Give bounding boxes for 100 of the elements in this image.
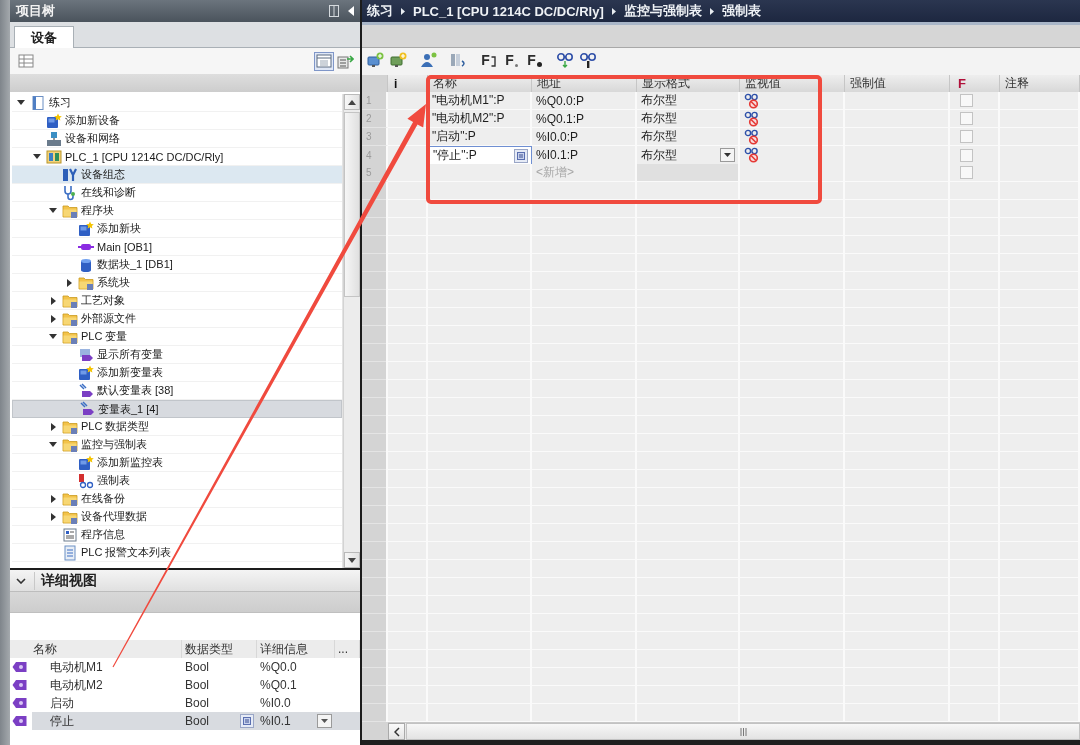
caret-right-icon[interactable] [50, 314, 56, 323]
caret-left-icon[interactable] [348, 6, 354, 16]
dropdown-button[interactable] [720, 148, 735, 162]
table-cell[interactable] [1000, 92, 1080, 110]
table-cell[interactable] [428, 164, 532, 182]
table-cell[interactable]: "启动":P [428, 128, 532, 146]
screen-plus-icon [367, 52, 384, 68]
caret-right-icon[interactable] [50, 512, 56, 521]
force-button[interactable]: F [501, 50, 522, 70]
column-header[interactable]: ... [335, 640, 360, 658]
tree-item[interactable]: 设备代理数据 [12, 508, 342, 526]
person-plus-icon [420, 52, 437, 68]
tree-item[interactable]: 设备组态 [12, 166, 342, 184]
tree-item[interactable]: 程序块 [12, 202, 342, 220]
checkbox[interactable] [960, 166, 973, 179]
checkbox[interactable] [960, 112, 973, 125]
row-number: 3 [362, 128, 388, 146]
view-toggle-button[interactable] [314, 51, 334, 71]
tree-item[interactable]: 在线和诊断 [12, 184, 342, 202]
caret-down-icon [724, 153, 731, 157]
tree-item[interactable]: 在线备份 [12, 490, 342, 508]
columns-arrow-icon [450, 52, 467, 68]
column-header[interactable]: F [950, 75, 1000, 93]
tag-icon [12, 697, 27, 709]
table-cell[interactable]: "电动机M2":P [428, 110, 532, 128]
table-cell[interactable]: 布尔型 [637, 92, 740, 110]
caret-right-icon[interactable] [50, 494, 56, 503]
caret-right-icon[interactable] [50, 422, 56, 431]
tab[interactable]: 设备 [14, 26, 74, 48]
caret-down-icon[interactable] [17, 100, 25, 105]
tree-item[interactable]: 添加新设备 [12, 112, 342, 130]
table-arrow-icon[interactable] [337, 53, 354, 69]
dropdown-button[interactable] [317, 714, 332, 728]
table-cell[interactable] [388, 92, 428, 110]
tree-item[interactable]: 变量表_1 [4] [12, 400, 342, 418]
tree-item[interactable]: PLC 报警文本列表 [12, 544, 342, 562]
caret-down-icon[interactable] [16, 577, 26, 584]
grid-icon[interactable] [18, 54, 34, 68]
module-icon [46, 148, 62, 165]
toolbar-button[interactable] [577, 50, 598, 70]
column-header[interactable]: 强制值 [845, 75, 950, 93]
table-cell[interactable]: 布尔型 [637, 110, 740, 128]
tree-item[interactable]: 添加新块 [12, 220, 342, 238]
tree-item[interactable]: 监控与强制表 [12, 436, 342, 454]
caret-down-icon[interactable] [49, 334, 57, 339]
caret-down-icon [348, 557, 356, 563]
columns-icon[interactable] [329, 5, 339, 17]
caret-down-icon [321, 719, 328, 723]
checkbox[interactable] [960, 94, 973, 107]
table-cell[interactable]: 布尔型 [637, 128, 740, 146]
column-header[interactable]: 数据类型 [182, 640, 257, 658]
tree-item[interactable]: 练习 [12, 94, 342, 112]
table-row[interactable]: 4 "停止":P %I0.1:P 布尔型 [362, 146, 1080, 164]
toolbar-button[interactable] [554, 50, 575, 70]
scrollbar[interactable] [343, 94, 360, 568]
scroll-left-button[interactable] [388, 723, 405, 740]
caret-down-icon[interactable] [49, 208, 57, 213]
table-cell[interactable]: %Q0.1:P [532, 110, 637, 128]
folder-icon [62, 418, 78, 435]
caret-down-icon[interactable] [33, 154, 41, 159]
table-cell-text: 启动 [49, 694, 75, 712]
table-cell[interactable]: %Q0.0:P [532, 92, 637, 110]
scroll-thumb[interactable] [344, 112, 360, 297]
table-cell[interactable]: %I0.0:P [532, 128, 637, 146]
tree-item[interactable]: 设备和网络 [12, 130, 342, 148]
table-cell-text: Bool [184, 659, 211, 676]
tree-item[interactable]: Main [OB1] [12, 238, 342, 256]
picker-button[interactable] [514, 148, 528, 163]
glasses-icon [578, 52, 597, 68]
column-header[interactable]: 详细信息 [257, 640, 335, 658]
breadcrumb-item[interactable]: 练习 [367, 2, 393, 20]
breadcrumb-item[interactable]: 监控与强制表 [623, 2, 702, 20]
checkbox[interactable] [960, 148, 973, 162]
table-row[interactable]: 电动机M2 Bool %Q0.1 [32, 676, 360, 694]
tree-item[interactable]: 程序信息 [12, 526, 342, 544]
picker-button[interactable] [240, 714, 254, 728]
checkbox[interactable] [960, 130, 973, 143]
table-cell-text: %I0.0 [259, 695, 292, 712]
caret-right-icon[interactable] [66, 278, 72, 287]
scroll-down-button[interactable] [344, 552, 360, 568]
hardware-icon [62, 166, 78, 183]
table-row[interactable]: 启动 Bool %I0.0 [32, 694, 360, 712]
table-cell[interactable] [845, 92, 950, 110]
table-cell[interactable] [637, 164, 740, 182]
tag-icon [79, 401, 95, 417]
force-button[interactable]: F [524, 50, 545, 70]
force-button[interactable]: F [478, 50, 499, 70]
table-row[interactable]: 3 "启动":P %I0.0:P 布尔型 [362, 128, 1080, 146]
scroll-up-button[interactable] [344, 94, 360, 110]
column-header[interactable]: 注释 [1000, 75, 1080, 93]
table-cell[interactable]: "电动机M1":P [428, 92, 532, 110]
tag-icon [78, 346, 94, 363]
table-row[interactable]: 电动机M1 Bool %Q0.0 [32, 658, 360, 676]
breadcrumb-item[interactable]: 强制表 [721, 2, 761, 20]
column-header[interactable]: i [388, 75, 428, 93]
table-row[interactable]: 停止 Bool %I0.1 [32, 712, 360, 730]
caret-down-icon[interactable] [49, 442, 57, 447]
caret-right-icon[interactable] [50, 296, 56, 305]
table-cell-text: 电动机M2 [49, 676, 104, 694]
breadcrumb-item[interactable]: PLC_1 [CPU 1214C DC/DC/Rly] [413, 3, 604, 19]
